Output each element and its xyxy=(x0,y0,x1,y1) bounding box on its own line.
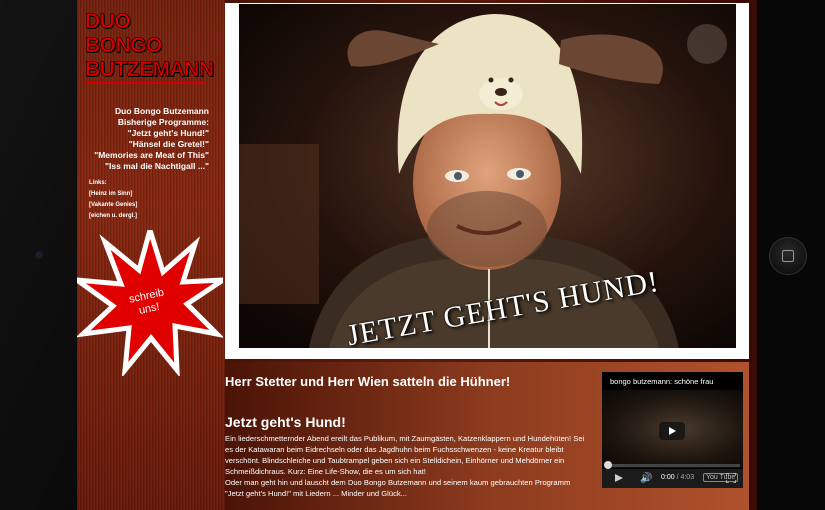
home-button[interactable] xyxy=(769,237,807,275)
program-item: "Iss mal die Nachtigall ..." xyxy=(105,161,209,171)
site-logo[interactable]: DUO BONGO BUTZEMANN xyxy=(85,10,214,84)
front-camera xyxy=(36,252,42,258)
video-time-current: 0:00 xyxy=(661,474,675,481)
video-controls: 🔊 0:00 / 4:03 You Tube xyxy=(602,469,743,488)
programs-list: Duo Bongo Butzemann Bisherige Programme:… xyxy=(77,106,209,172)
programs-line-heading: Bisherige Programme: xyxy=(117,117,209,127)
play-icon[interactable] xyxy=(615,474,623,482)
programs-line-title: Duo Bongo Butzemann xyxy=(115,106,209,116)
link-heinz-im-sinn[interactable]: [Heinz im Sinn] xyxy=(89,189,137,200)
hero-photo: JETZT GEHT'S HUND! xyxy=(239,4,736,348)
video-time: 0:00 / 4:03 xyxy=(661,474,694,481)
video-title[interactable]: bongo butzemann: schöne frau xyxy=(610,377,740,386)
logo-line-3: BUTZEMANN xyxy=(85,58,214,84)
links-section: Links: [Heinz im Sinn] [Vakante Genies] … xyxy=(89,178,137,222)
hero-frame: JETZT GEHT'S HUND! xyxy=(225,3,749,359)
logo-line-1: DUO xyxy=(85,10,131,34)
youtube-embed[interactable]: bongo butzemann: schöne frau 🔊 0:00 / 4:… xyxy=(602,372,743,488)
links-title: Links: xyxy=(89,180,107,186)
link-vakante-genies[interactable]: [Vakante Genies] xyxy=(89,200,137,211)
program-title: Jetzt geht's Hund! xyxy=(225,414,346,430)
video-time-duration: / 4:03 xyxy=(676,474,695,481)
link-eichen-u-dergl[interactable]: [eichen u. dergl.] xyxy=(89,211,137,222)
volume-icon[interactable]: 🔊 xyxy=(640,473,652,484)
program-description: Ein liederschmetternder Abend ereilt das… xyxy=(225,433,590,499)
headline: Herr Stetter und Herr Wien satteln die H… xyxy=(225,374,511,389)
video-progress-knob[interactable] xyxy=(604,461,612,469)
description-paragraph-2: Oder man geht hin und lauscht dem Duo Bo… xyxy=(225,478,571,498)
description-paragraph-1: Ein liederschmetternder Abend ereilt das… xyxy=(225,434,585,476)
content-area: Herr Stetter und Herr Wien satteln die H… xyxy=(225,362,749,510)
home-square-icon xyxy=(782,250,794,262)
program-item: "Memories are Meat of This" xyxy=(94,150,209,160)
program-item: "Jetzt geht's Hund!" xyxy=(127,128,209,138)
sidebar: DUO BONGO BUTZEMANN Duo Bongo Butzemann … xyxy=(77,0,225,510)
program-item: "Hänsel die Gretel!" xyxy=(128,139,209,149)
fullscreen-icon[interactable] xyxy=(726,473,736,483)
video-play-overlay-icon[interactable] xyxy=(659,422,685,440)
video-progress-bar[interactable] xyxy=(605,464,740,467)
web-page: DUO BONGO BUTZEMANN Duo Bongo Butzemann … xyxy=(77,0,757,510)
logo-line-2: BONGO xyxy=(85,34,163,58)
